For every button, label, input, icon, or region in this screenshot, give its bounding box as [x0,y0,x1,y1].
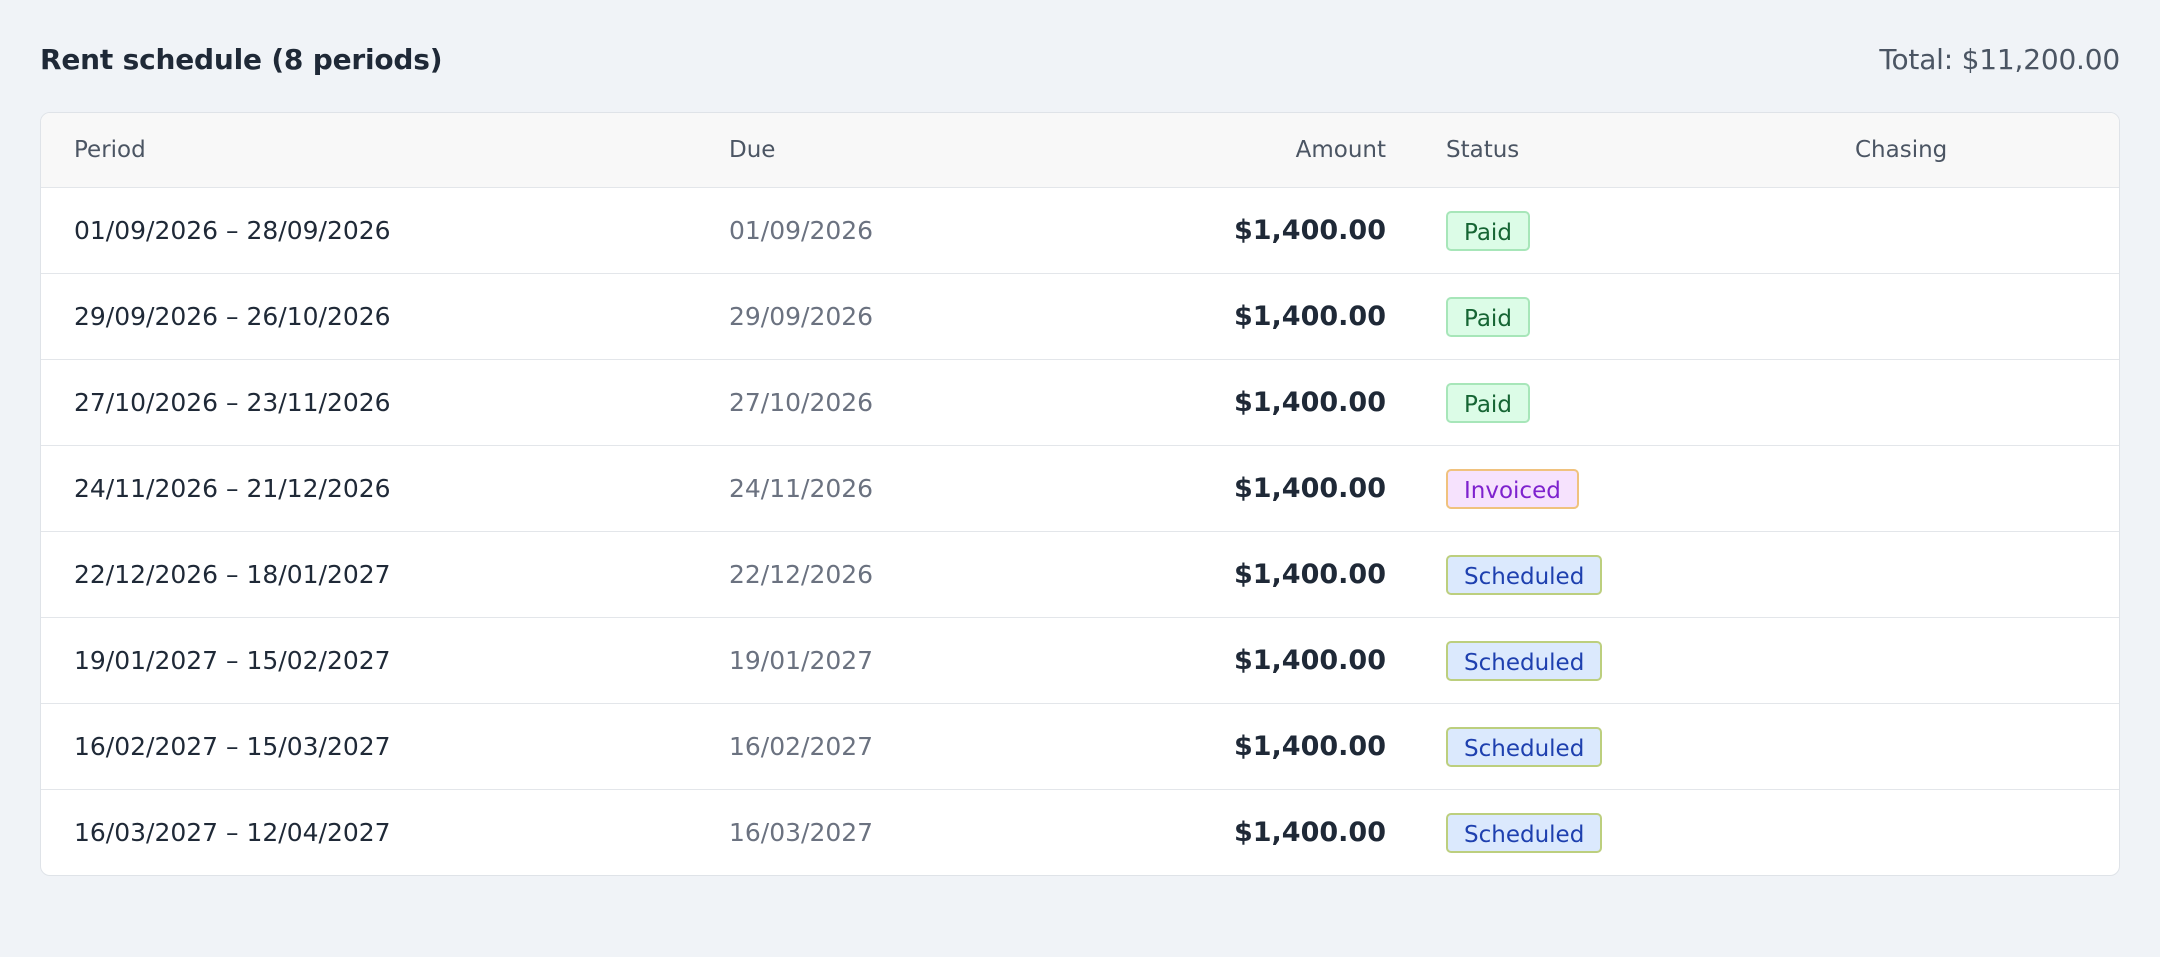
column-header-period: Period [74,137,146,163]
table-row[interactable]: 19/01/2027 – 15/02/2027 19/01/2027 $1,400.… [41,617,2119,703]
due-date-cell: 27/10/2026 [729,388,874,417]
panel-header: Rent schedule (8 periods) Total: $11,200… [40,0,2120,118]
due-date-cell: 19/01/2027 [729,646,874,675]
due-date-cell: 01/09/2026 [729,216,874,245]
table-row[interactable]: 29/09/2026 – 26/10/2026 29/09/2026 $1,400.… [41,273,2119,359]
period-cell: 22/12/2026 – 18/01/2027 [74,560,391,589]
due-date-cell: 22/12/2026 [729,560,874,589]
status-badge: Scheduled [1446,812,1603,853]
status-cell: Paid [1446,188,1530,273]
period-cell: 16/02/2027 – 15/03/2027 [74,732,391,761]
due-date-cell: 29/09/2026 [729,302,874,331]
status-cell: Scheduled [1446,790,1603,875]
due-date-cell: 16/03/2027 [729,818,874,847]
status-badge: Paid [1446,382,1530,423]
status-cell: Paid [1446,360,1530,445]
amount-cell: $1,400.00 [1233,645,1386,676]
period-cell: 19/01/2027 – 15/02/2027 [74,646,391,675]
status-badge: Scheduled [1446,726,1603,767]
column-header-due: Due [729,137,776,163]
status-cell: Paid [1446,274,1530,359]
amount-cell: $1,400.00 [1233,387,1386,418]
amount-cell: $1,400.00 [1233,817,1386,848]
status-cell: Invoiced [1446,446,1579,531]
column-header-status: Status [1446,137,1520,163]
table-header-row: Period Due Amount Status Chasing [41,113,2119,187]
status-cell: Scheduled [1446,704,1603,789]
rent-schedule-table: Period Due Amount Status Chasing 01/09/2… [40,112,2120,876]
amount-cell: $1,400.00 [1233,301,1386,332]
status-badge: Scheduled [1446,640,1603,681]
table-body: 01/09/2026 – 28/09/2026 01/09/2026 $1,400.… [41,187,2119,875]
status-badge: Paid [1446,296,1530,337]
due-date-cell: 16/02/2027 [729,732,874,761]
total-amount: Total: $11,200.00 [1879,42,2120,76]
amount-cell: $1,400.00 [1233,559,1386,590]
table-row[interactable]: 24/11/2026 – 21/12/2026 24/11/2026 $1,400.… [41,445,2119,531]
period-cell: 29/09/2026 – 26/10/2026 [74,302,391,331]
table-row[interactable]: 27/10/2026 – 23/11/2026 27/10/2026 $1,400.… [41,359,2119,445]
table-row[interactable]: 01/09/2026 – 28/09/2026 01/09/2026 $1,400.… [41,187,2119,273]
status-badge: Invoiced [1446,468,1579,509]
status-badge: Paid [1446,210,1530,251]
amount-cell: $1,400.00 [1233,731,1386,762]
column-header-chasing: Chasing [1855,137,1948,163]
period-cell: 16/03/2027 – 12/04/2027 [74,818,391,847]
rent-schedule-panel: Rent schedule (8 periods) Total: $11,200… [40,0,2120,876]
page-title: Rent schedule (8 periods) [40,42,443,76]
amount-cell: $1,400.00 [1233,215,1386,246]
due-date-cell: 24/11/2026 [729,474,874,503]
table-row[interactable]: 22/12/2026 – 18/01/2027 22/12/2026 $1,400.… [41,531,2119,617]
status-cell: Scheduled [1446,618,1603,703]
status-badge: Scheduled [1446,554,1603,595]
period-cell: 24/11/2026 – 21/12/2026 [74,474,391,503]
period-cell: 01/09/2026 – 28/09/2026 [74,216,391,245]
status-cell: Scheduled [1446,532,1603,617]
table-row[interactable]: 16/03/2027 – 12/04/2027 16/03/2027 $1,400.… [41,789,2119,875]
amount-cell: $1,400.00 [1233,473,1386,504]
column-header-amount: Amount [1295,137,1386,163]
table-row[interactable]: 16/02/2027 – 15/03/2027 16/02/2027 $1,400.… [41,703,2119,789]
period-cell: 27/10/2026 – 23/11/2026 [74,388,391,417]
